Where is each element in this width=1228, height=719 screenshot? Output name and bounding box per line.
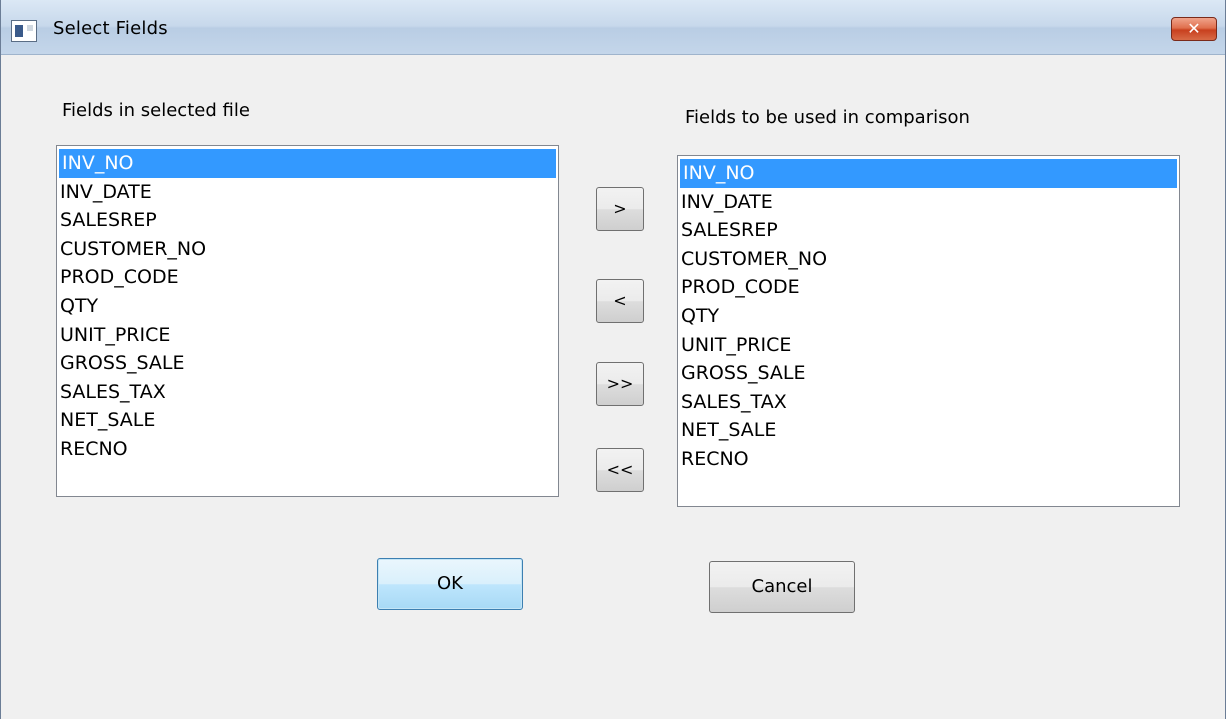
list-item[interactable]: UNIT_PRICE xyxy=(678,331,1179,360)
list-item[interactable]: INV_NO xyxy=(680,159,1177,188)
list-item[interactable]: INV_DATE xyxy=(57,178,558,207)
add-all-fields-button[interactable]: >> xyxy=(596,362,644,406)
right-list-label: Fields to be used in comparison xyxy=(685,107,970,128)
cancel-button[interactable]: Cancel xyxy=(709,561,855,613)
comparison-fields-listbox[interactable]: INV_NO INV_DATE SALESREP CUSTOMER_NO PROD_CO… xyxy=(677,155,1180,507)
left-list-label: Fields in selected file xyxy=(62,100,250,121)
remove-all-fields-button[interactable]: << xyxy=(596,448,644,492)
list-item[interactable]: NET_SALE xyxy=(678,416,1179,445)
close-button[interactable]: ✕ xyxy=(1171,17,1217,41)
list-item[interactable]: QTY xyxy=(678,302,1179,331)
ok-button[interactable]: OK xyxy=(377,558,523,610)
list-item[interactable]: CUSTOMER_NO xyxy=(57,235,558,264)
select-fields-dialog: Select Fields ✕ Fields in selected file … xyxy=(0,0,1226,719)
app-window-icon xyxy=(11,20,37,42)
remove-field-button[interactable]: < xyxy=(596,279,644,323)
list-item[interactable]: SALES_TAX xyxy=(57,378,558,407)
list-item[interactable]: PROD_CODE xyxy=(57,263,558,292)
list-item[interactable]: INV_DATE xyxy=(678,188,1179,217)
list-item[interactable]: RECNO xyxy=(57,435,558,464)
list-item[interactable]: INV_NO xyxy=(59,149,556,178)
list-item[interactable]: NET_SALE xyxy=(57,406,558,435)
window-title: Select Fields xyxy=(53,18,168,39)
list-item[interactable]: CUSTOMER_NO xyxy=(678,245,1179,274)
add-field-button[interactable]: > xyxy=(596,187,644,231)
list-item[interactable]: RECNO xyxy=(678,445,1179,474)
list-item[interactable]: PROD_CODE xyxy=(678,273,1179,302)
list-item[interactable]: SALESREP xyxy=(678,216,1179,245)
list-item[interactable]: SALES_TAX xyxy=(678,388,1179,417)
title-bar: Select Fields ✕ xyxy=(1,0,1225,55)
list-item[interactable]: QTY xyxy=(57,292,558,321)
list-item[interactable]: GROSS_SALE xyxy=(57,349,558,378)
source-fields-listbox[interactable]: INV_NO INV_DATE SALESREP CUSTOMER_NO PROD_CO… xyxy=(56,145,559,497)
list-item[interactable]: GROSS_SALE xyxy=(678,359,1179,388)
list-item[interactable]: UNIT_PRICE xyxy=(57,321,558,350)
list-item[interactable]: SALESREP xyxy=(57,206,558,235)
